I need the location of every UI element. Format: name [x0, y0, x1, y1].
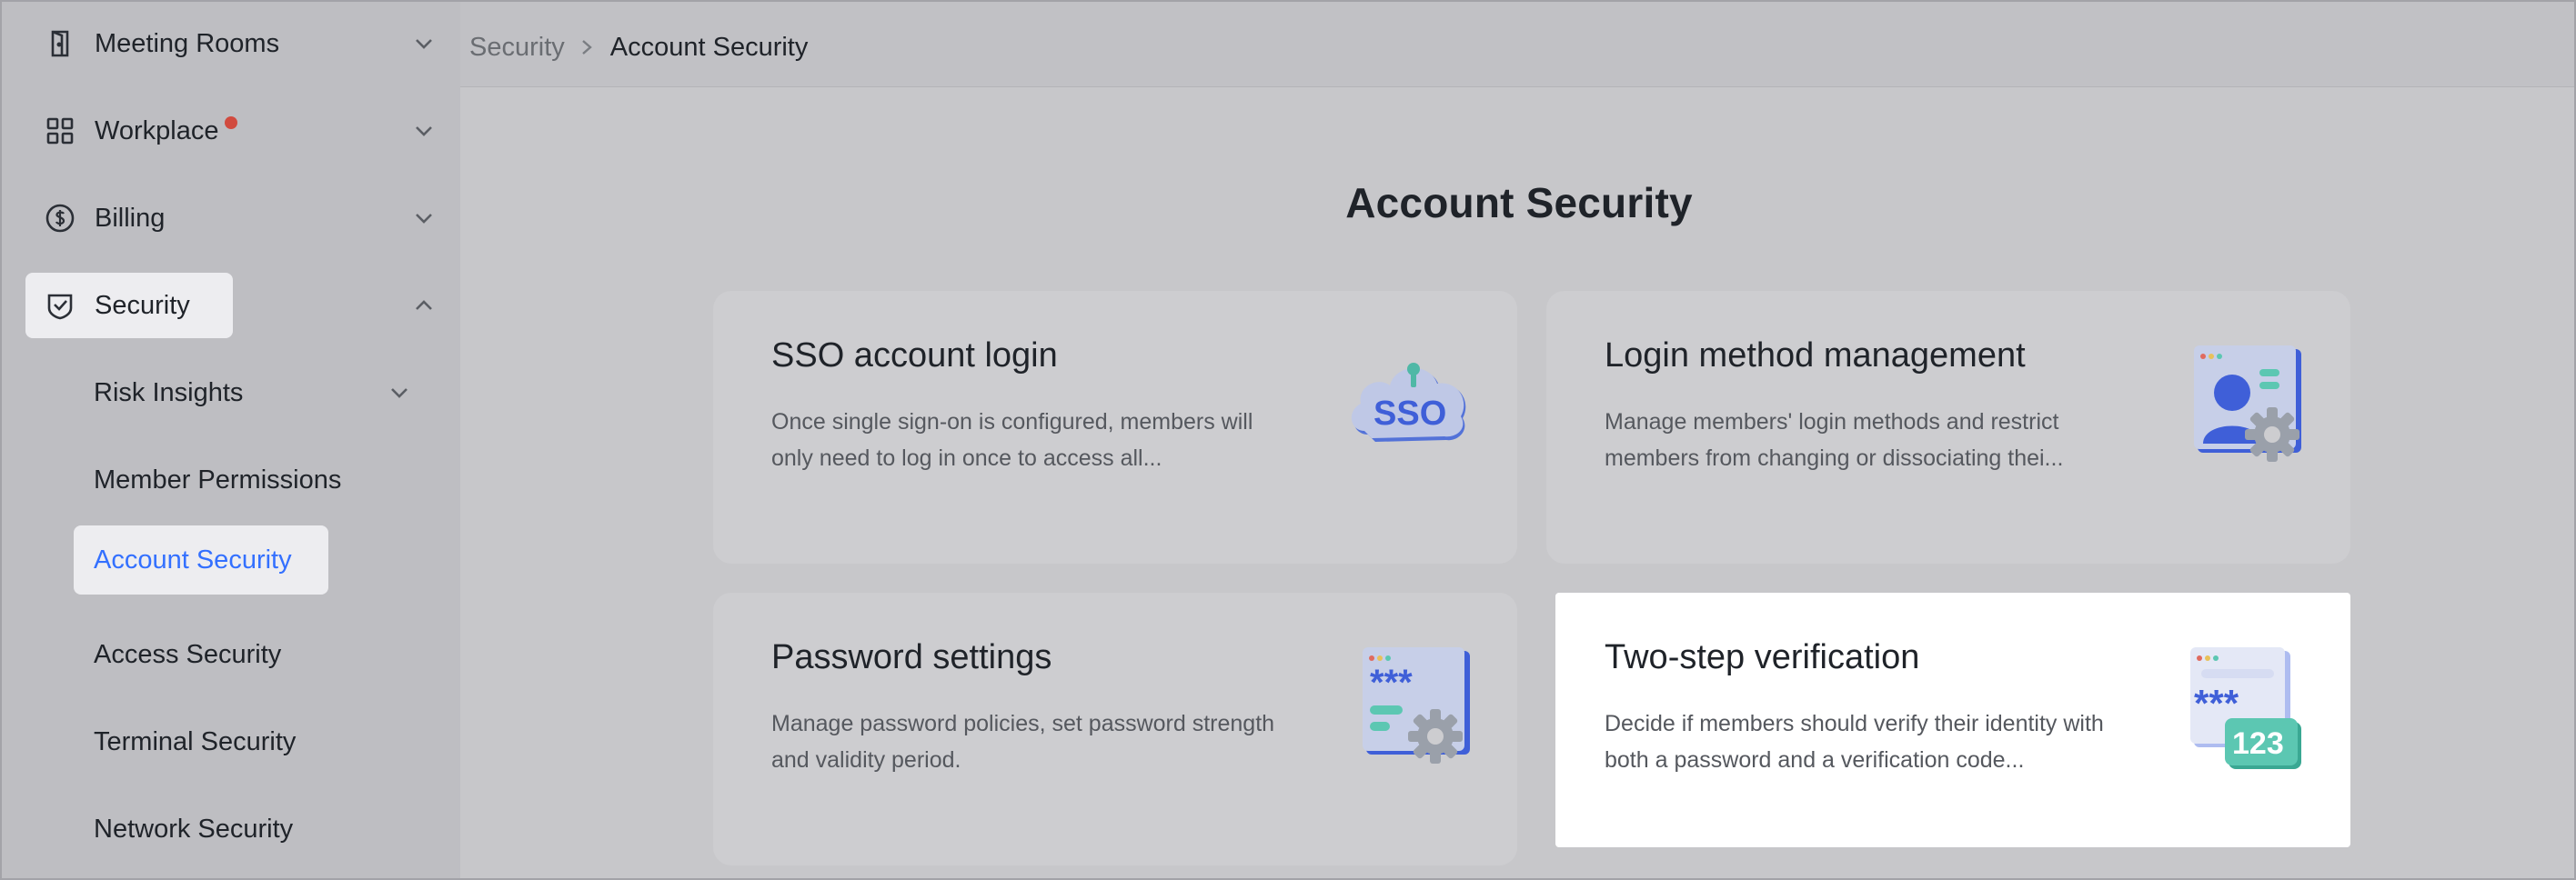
sidebar-subitem-member-permissions[interactable]: Member Permissions — [74, 445, 341, 515]
card-sso-account-login[interactable]: SSO account login Once single sign-on is… — [713, 291, 1517, 564]
user-gear-icon — [2194, 345, 2301, 462]
chevron-down-icon[interactable] — [411, 118, 437, 144]
card-login-method-management[interactable]: Login method management Manage members' … — [1546, 291, 2350, 564]
door-icon — [44, 27, 76, 60]
sidebar-subitem-label: Access Security — [94, 640, 282, 669]
sidebar-item-billing[interactable]: Billing — [25, 185, 437, 251]
card-password-settings[interactable]: Password settings Manage password polici… — [713, 593, 1517, 865]
password-gear-icon: *** — [1363, 647, 1470, 764]
chevron-down-icon[interactable] — [411, 31, 437, 56]
breadcrumb-parent-link[interactable]: Security — [469, 33, 565, 63]
sidebar-item-workplace[interactable]: Workplace — [25, 98, 437, 164]
card-description: Once single sign-on is configured, membe… — [771, 409, 1253, 471]
card-description: Manage password policies, set password s… — [771, 711, 1275, 773]
sidebar-subitem-label: Network Security — [94, 815, 294, 844]
notification-dot — [225, 116, 237, 129]
sidebar-subitem-label: Account Security — [94, 545, 292, 575]
svg-text:SSO: SSO — [1374, 395, 1446, 433]
grid-icon — [44, 115, 76, 147]
sso-cloud-icon: SSO — [1351, 363, 1466, 442]
chevron-down-icon[interactable] — [411, 205, 437, 231]
sidebar-subitem-network-security[interactable]: Network Security — [74, 795, 293, 864]
card-two-step-verification[interactable]: Two-step verification Decide if members … — [1555, 593, 2350, 847]
svg-text:***: *** — [2194, 682, 2239, 725]
chevron-right-icon — [581, 40, 592, 55]
card-title: Two-step verification — [1605, 638, 1920, 676]
sidebar: Meeting Rooms Workplace Billing Security… — [2, 2, 460, 878]
sidebar-subitem-label: Terminal Security — [94, 727, 297, 756]
sidebar-subitem-label: Member Permissions — [94, 465, 342, 495]
sidebar-subitem-risk-insights[interactable]: Risk Insights — [74, 358, 438, 427]
top-bar: Security Account Security — [460, 2, 2574, 87]
breadcrumb: Security Account Security — [469, 2, 808, 93]
main-content: Account Security SSO account login Once … — [460, 87, 2574, 878]
page-title: Account Security — [1345, 179, 1693, 226]
sidebar-item-label: Meeting Rooms — [95, 29, 280, 58]
card-title: SSO account login — [771, 336, 1058, 375]
card-title: Login method management — [1605, 336, 2026, 375]
card-title: Password settings — [771, 638, 1052, 676]
sidebar-subitem-account-security[interactable]: Account Security — [74, 525, 328, 595]
sidebar-item-label: Workplace — [95, 116, 219, 145]
card-description: Manage members' login methods and restri… — [1605, 409, 2064, 471]
sidebar-subitem-terminal-security[interactable]: Terminal Security — [74, 707, 296, 776]
dollar-circle-icon — [44, 202, 76, 235]
chevron-down-icon[interactable] — [387, 380, 412, 405]
svg-text:***: *** — [1370, 663, 1413, 703]
sidebar-subitem-label: Risk Insights — [94, 378, 244, 407]
sidebar-item-label: Security — [95, 291, 190, 320]
sidebar-subitem-access-security[interactable]: Access Security — [74, 620, 281, 689]
chevron-up-icon[interactable] — [411, 293, 437, 318]
sidebar-item-security[interactable]: Security — [25, 273, 437, 338]
two-step-123-icon: *** 123 — [2190, 647, 2301, 769]
app-window: Meeting Rooms Workplace Billing Security… — [0, 0, 2576, 880]
shield-check-icon — [44, 289, 76, 322]
card-description: Decide if members should verify their id… — [1605, 711, 2104, 773]
sidebar-item-meeting-rooms[interactable]: Meeting Rooms — [25, 11, 437, 76]
breadcrumb-current: Account Security — [609, 32, 809, 62]
sidebar-item-label: Billing — [95, 204, 166, 233]
verification-code-text: 123 — [2232, 726, 2284, 761]
